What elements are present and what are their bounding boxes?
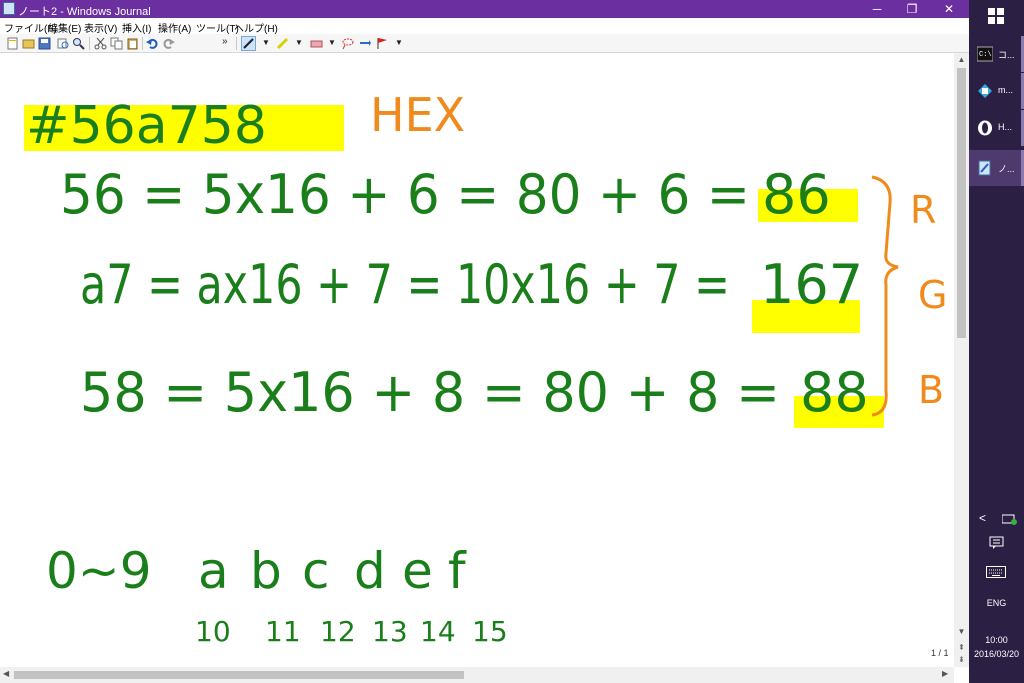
flag-icon[interactable] <box>376 37 389 50</box>
new-note-icon[interactable] <box>6 37 19 50</box>
eraser-icon[interactable] <box>310 37 323 50</box>
hex-letter: f <box>448 542 467 600</box>
toolbar-separator <box>89 37 90 50</box>
result-g: 167 <box>760 253 863 316</box>
vertical-scroll-thumb[interactable] <box>957 68 966 338</box>
taskbar-item-label: ノ... <box>998 164 1015 174</box>
digits-label: 0~9 <box>46 542 152 600</box>
undo-icon[interactable] <box>146 37 159 50</box>
flag-dropdown-chevron-down-icon[interactable]: ▼ <box>395 38 403 47</box>
toolbar-overflow-button[interactable]: » <box>222 36 228 47</box>
highlighter-dropdown-chevron-down-icon[interactable]: ▼ <box>295 38 303 47</box>
touch-keyboard-icon[interactable] <box>986 566 1006 578</box>
windows-start-icon[interactable] <box>988 8 1004 24</box>
toolbar: » ▼ ▼ ▼ ▼ <box>0 34 969 53</box>
clock-date[interactable]: 2016/03/20 <box>969 649 1024 659</box>
journal-app-icon[interactable] <box>3 2 15 15</box>
scroll-up-icon[interactable]: ▲ <box>954 55 969 64</box>
menu-bar: ファイル(F) 編集(E) 表示(V) 挿入(I) 操作(A) ツール(T) ヘ… <box>0 18 969 35</box>
hex-letter: a <box>198 542 229 600</box>
scroll-right-icon[interactable]: ▶ <box>942 669 948 678</box>
hex-letter: e <box>402 542 433 600</box>
hex-letter-value: 14 <box>420 615 456 648</box>
page-down-icon[interactable]: ⇟ <box>954 655 969 664</box>
action-center-icon[interactable] <box>989 536 1004 550</box>
vertical-scrollbar[interactable]: ▲ ▼ ⇞ ⇟ <box>954 53 969 667</box>
menu-edit[interactable]: 編集(E) <box>48 20 81 35</box>
page-up-icon[interactable]: ⇞ <box>954 643 969 652</box>
hex-label-text: HEX <box>370 88 465 142</box>
lasso-select-icon[interactable] <box>341 37 354 50</box>
taskbar-item-label: コ... <box>998 50 1015 60</box>
hex-letter-value: 12 <box>320 615 356 648</box>
horizontal-scrollbar[interactable]: ◀ ▶ <box>0 667 954 683</box>
taskbar-item-app-m[interactable]: m... <box>969 73 1024 109</box>
menu-actions[interactable]: 操作(A) <box>158 20 191 35</box>
find-icon[interactable] <box>72 37 85 50</box>
note-page[interactable]: #56a758 HEX 56 = 5x16 + 6 = 80 + 6 = 86 … <box>0 53 954 667</box>
menu-tools[interactable]: ツール(T) <box>196 20 239 35</box>
hex-code-text: #56a758 <box>26 96 267 156</box>
highlighter-icon[interactable] <box>276 37 289 50</box>
title-bar: ノート2 - Windows Journal ─ ❐ ✕ <box>0 0 969 18</box>
opera-icon <box>978 120 992 136</box>
scroll-down-icon[interactable]: ▼ <box>954 627 969 636</box>
hex-letters: a b c d e f <box>198 542 467 600</box>
hex-letter-value: 10 <box>195 615 231 648</box>
taskbar-item-opera[interactable]: H... <box>969 110 1024 146</box>
command-prompt-icon: C:\ <box>977 46 993 62</box>
taskbar-item-label: H... <box>998 122 1013 132</box>
close-button[interactable]: ✕ <box>932 0 966 18</box>
result-b: 88 <box>800 361 869 424</box>
hex-letter: b <box>250 542 282 600</box>
toolbar-separator <box>142 37 143 50</box>
svg-text:C:\: C:\ <box>979 51 992 59</box>
hex-letter-value: 11 <box>265 615 301 648</box>
equation-line-b: 58 = 5x16 + 8 = 80 + 8 = <box>80 361 780 424</box>
cut-icon[interactable] <box>94 37 107 50</box>
eraser-dropdown-chevron-down-icon[interactable]: ▼ <box>328 38 336 47</box>
menu-view[interactable]: 表示(V) <box>84 20 117 35</box>
channel-g: G <box>918 273 947 317</box>
network-icon[interactable] <box>1002 514 1017 525</box>
taskbar-item-command-prompt[interactable]: C:\ コ... <box>969 36 1024 72</box>
open-icon[interactable] <box>22 37 35 50</box>
scroll-left-icon[interactable]: ◀ <box>3 669 9 678</box>
hex-letter: d <box>354 542 386 600</box>
taskbar-item-journal[interactable]: ノ... <box>969 150 1024 186</box>
window-title: ノート2 - Windows Journal <box>18 6 151 18</box>
rgb-brace <box>871 175 899 417</box>
equation-line-r: 56 = 5x16 + 6 = 80 + 6 = <box>60 163 750 226</box>
hex-letter: c <box>302 542 330 600</box>
save-icon[interactable] <box>38 37 51 50</box>
page-counter: 1 / 1 <box>929 648 951 658</box>
channel-r: R <box>910 188 936 232</box>
app-m-icon <box>978 84 992 98</box>
pen-icon[interactable] <box>241 36 256 51</box>
hex-letter-value: 13 <box>372 615 408 648</box>
equation-line-g: a7 = ax16 + 7 = 10x16 + 7 = <box>80 253 730 316</box>
taskbar: C:\ コ... m... H... ノ... < ENG 10:00 2016… <box>969 0 1024 683</box>
result-r: 86 <box>762 163 831 226</box>
horizontal-scroll-thumb[interactable] <box>14 671 464 679</box>
taskbar-item-label: m... <box>998 85 1013 95</box>
copy-icon[interactable] <box>110 37 123 50</box>
toolbar-separator <box>236 37 237 50</box>
channel-b: B <box>918 368 944 412</box>
redo-icon[interactable] <box>162 37 175 50</box>
paste-icon[interactable] <box>126 37 139 50</box>
menu-insert[interactable]: 挿入(I) <box>122 20 151 35</box>
input-language-indicator[interactable]: ENG <box>969 598 1024 608</box>
clock-time[interactable]: 10:00 <box>969 635 1024 645</box>
hex-letter-values: 10 11 12 13 14 15 <box>195 615 508 648</box>
menu-help[interactable]: ヘルプ(H) <box>234 20 278 35</box>
print-preview-icon[interactable] <box>56 37 69 50</box>
hex-letter-value: 15 <box>472 615 508 648</box>
journal-icon <box>978 160 991 176</box>
pen-dropdown-chevron-down-icon[interactable]: ▼ <box>262 38 270 47</box>
restore-button[interactable]: ❐ <box>895 0 929 18</box>
minimize-button[interactable]: ─ <box>860 0 894 18</box>
insert-space-icon[interactable] <box>358 37 371 50</box>
